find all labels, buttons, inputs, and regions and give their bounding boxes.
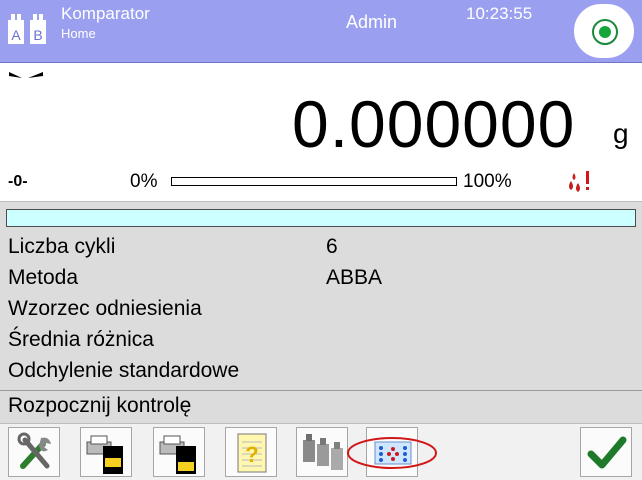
user-name[interactable]: Admin — [346, 12, 397, 33]
printer-footer-icon — [159, 435, 196, 474]
app-icon-letter-a: A — [11, 27, 21, 43]
zero-indicator: -0- — [8, 173, 28, 190]
range-max-label: 100% — [463, 171, 512, 192]
method-label: Metoda — [8, 266, 79, 289]
print-header-button[interactable] — [80, 427, 132, 477]
clock: 10:23:55 — [466, 4, 533, 23]
status-indicator-icon — [592, 19, 618, 45]
report-icon: ? — [237, 433, 267, 473]
app-ab-icon: A B — [8, 14, 46, 44]
app-icon-letter-b: B — [33, 27, 42, 43]
printer-header-icon — [86, 435, 123, 474]
bottom-toolbar: ? — [0, 423, 642, 480]
method-value: ABBA — [326, 266, 383, 289]
breadcrumb-home[interactable]: Home — [61, 26, 96, 41]
std-deviation-label: Odchylenie standardowe — [8, 359, 240, 382]
weight-reading: 0.000000 — [292, 87, 576, 161]
report-button[interactable]: ? — [225, 427, 277, 477]
cycles-value: 6 — [326, 235, 338, 258]
header-bar: A B Komparator Home Admin 10:23:55 — [0, 0, 642, 63]
status-button[interactable] — [574, 4, 634, 58]
drops-warning-icon — [569, 171, 589, 192]
reference-standard-label: Wzorzec odniesienia — [8, 297, 202, 320]
checkmark-icon — [587, 436, 627, 469]
cycles-label: Liczba cykli — [8, 235, 116, 258]
print-footer-button[interactable] — [153, 427, 205, 477]
tools-button[interactable] — [8, 427, 60, 477]
app-title: Komparator — [61, 4, 150, 23]
weights-button[interactable] — [296, 427, 348, 477]
tools-icon — [17, 432, 51, 469]
process-progress-bar — [6, 209, 636, 227]
confirm-button[interactable] — [580, 427, 632, 477]
stability-icon — [9, 72, 43, 78]
highlight-ring — [347, 437, 437, 469]
load-bargraph — [171, 177, 457, 186]
divider — [0, 390, 642, 391]
svg-text:?: ? — [245, 442, 258, 467]
weighing-display: 0.000000 g -0- 0% 100% — [0, 63, 642, 201]
range-min-label: 0% — [130, 171, 158, 192]
weight-unit[interactable]: g — [613, 118, 629, 150]
start-control-prompt[interactable]: Rozpocznij kontrolę — [8, 394, 191, 418]
weights-icon — [303, 434, 343, 470]
info-panel: Liczba cykli 6 Metoda ABBA Wzorzec odnie… — [0, 201, 642, 424]
mean-difference-label: Średnia różnica — [8, 328, 154, 351]
